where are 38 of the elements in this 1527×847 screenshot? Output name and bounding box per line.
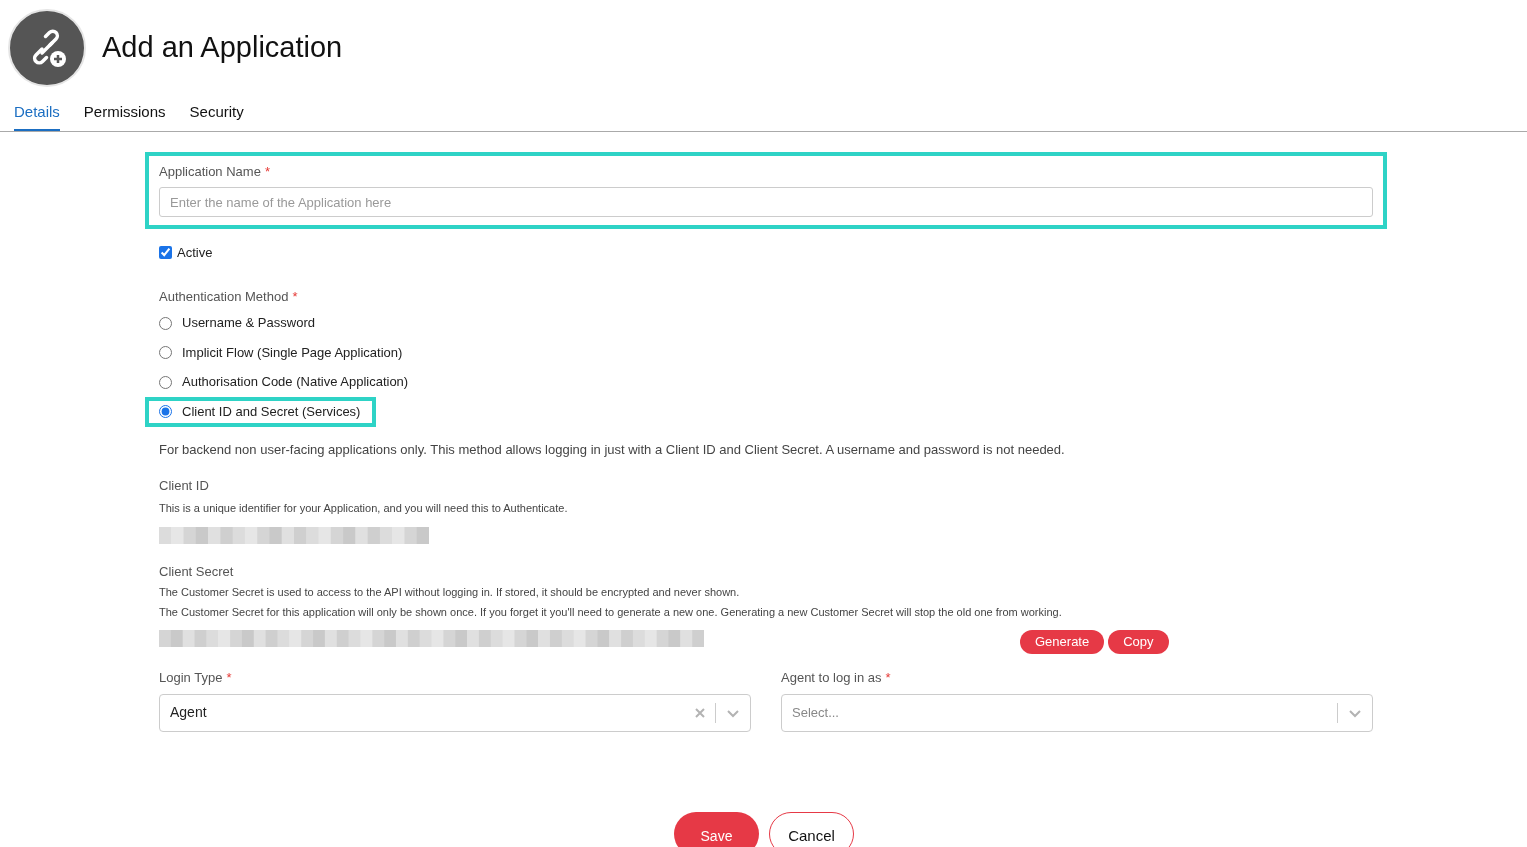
page-title: Add an Application [102, 30, 343, 66]
radio-label: Authorisation Code (Native Application) [182, 373, 409, 392]
help-text: The Customer Secret is used to access to the API without logging in. If stored, it should be encrypted and never shown. [159, 585, 741, 600]
select-value: Agent [170, 704, 207, 720]
field-label: Client ID [159, 476, 209, 495]
tab[interactable]: Permissions [83, 101, 166, 131]
radio-label: Implicit Flow (Single Page Application) [182, 343, 403, 362]
field-label: Application Name [159, 162, 261, 181]
save-button[interactable]: Save [674, 812, 759, 847]
method-description: For backend non user-facing applications only. This method allows logging in just with a Client ID and Client Secret. A username and password is not needed. [159, 441, 1066, 459]
required-mark: * [226, 669, 232, 687]
checkbox[interactable] [159, 246, 172, 260]
checkbox-label: Active [177, 244, 213, 262]
radio-button[interactable] [159, 375, 172, 389]
field-label: Agent to log in as [781, 669, 882, 687]
radio-label: Username & Password [182, 314, 315, 333]
field-label: Client Secret [159, 562, 234, 581]
select-field[interactable]: Select... [781, 693, 1373, 732]
radio-button[interactable] [159, 405, 172, 418]
select-placeholder: Select... [792, 705, 839, 720]
radio-button[interactable] [159, 346, 172, 359]
tab[interactable]: Details [14, 101, 60, 131]
radio-label: Client ID and Secret (Services) [182, 402, 361, 421]
required-mark: * [292, 287, 298, 306]
help-text: This is a unique identifier for your Application, and you will need this to Authenticate. [159, 501, 569, 516]
field-label: Authentication Method [159, 287, 289, 306]
pill-button[interactable]: Copy [1108, 630, 1169, 654]
pill-button[interactable]: Generate [1020, 630, 1105, 654]
cancel-button[interactable]: Cancel [769, 812, 854, 847]
tab[interactable]: Security [189, 101, 244, 131]
required-mark: * [885, 669, 891, 687]
clear-icon[interactable] [695, 707, 705, 718]
radio-button[interactable] [159, 316, 172, 330]
help-text: The Customer Secret for this application will only be shown once. If you forget it you'll need to generate a new one. Generating a new Customer Secret will stop the old one from working. [159, 604, 1063, 620]
required-mark: * [264, 162, 270, 181]
select-field[interactable]: Agent [159, 693, 751, 732]
input-field[interactable]: Enter the name of the Application here [159, 187, 1373, 217]
field-label: Login Type [159, 669, 223, 687]
